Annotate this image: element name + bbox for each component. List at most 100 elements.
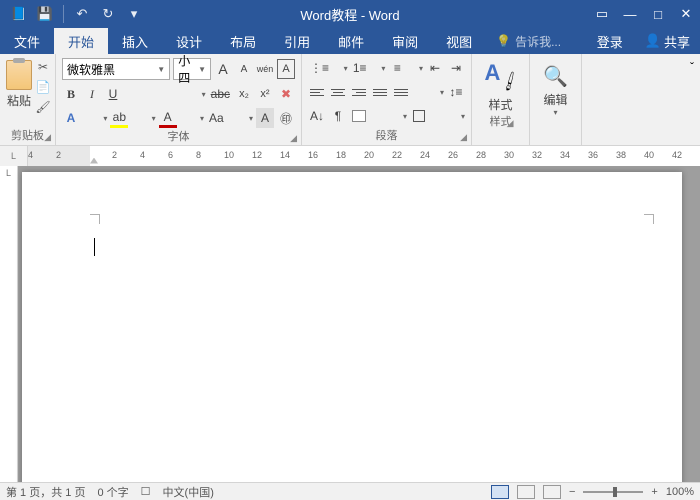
ruler-tick: 12 xyxy=(252,150,280,160)
tab-home[interactable]: 开始 xyxy=(54,28,108,54)
tell-me-placeholder: 告诉我... xyxy=(515,33,561,50)
ruler-tick: 18 xyxy=(336,150,364,160)
copy-icon[interactable]: 📄 xyxy=(34,78,52,96)
highlight-button[interactable]: ab xyxy=(110,108,128,128)
distribute-button[interactable] xyxy=(392,82,410,102)
zoom-level[interactable]: 100% xyxy=(666,486,694,498)
tell-me-search[interactable]: 💡 告诉我... xyxy=(486,28,571,54)
paragraph-launcher-icon[interactable]: ◢ xyxy=(460,132,467,143)
effects-dropdown-icon[interactable]: ▾ xyxy=(103,114,107,123)
justify-dropdown-icon[interactable]: ▾ xyxy=(440,88,444,97)
phonetic-guide-icon[interactable]: wén xyxy=(256,59,274,79)
tab-design[interactable]: 设计 xyxy=(162,28,216,54)
case-dropdown-icon[interactable]: ▾ xyxy=(249,114,253,123)
font-color-dropdown-icon[interactable]: ▾ xyxy=(200,114,204,123)
language-indicator[interactable]: 中文(中国) xyxy=(163,484,214,500)
qat-customize-icon[interactable]: ▾ xyxy=(123,3,145,25)
text-effects-button[interactable]: A xyxy=(62,108,80,128)
tab-layout[interactable]: 布局 xyxy=(216,28,270,54)
share-button[interactable]: 👤 共享 xyxy=(635,32,700,51)
word-app-icon[interactable]: 📘 xyxy=(8,3,30,25)
horizontal-ruler[interactable]: L 42246810121416182022242628303234363840… xyxy=(0,146,700,166)
font-color-button[interactable]: A xyxy=(159,108,177,128)
editing-button[interactable]: 编辑 xyxy=(543,91,567,108)
paste-button[interactable]: 粘贴 xyxy=(6,58,32,109)
tab-review[interactable]: 审阅 xyxy=(378,28,432,54)
font-size-combo[interactable]: 小四▼ xyxy=(173,58,211,80)
multilevel-button[interactable]: ≡ xyxy=(388,58,406,78)
increase-indent-button[interactable]: ⇥ xyxy=(447,58,465,78)
save-icon[interactable]: 💾 xyxy=(34,3,56,25)
format-painter-icon[interactable]: 🖌 xyxy=(34,98,52,116)
change-case-button[interactable]: Aa xyxy=(207,108,226,128)
bullets-button[interactable]: ⋮≡ xyxy=(308,58,331,78)
zoom-out-button[interactable]: − xyxy=(569,486,575,498)
char-shading-icon[interactable]: A xyxy=(256,108,274,128)
redo-icon[interactable]: ↻ xyxy=(97,3,119,25)
font-name-combo[interactable]: 微软雅黑▼ xyxy=(62,58,170,80)
cut-icon[interactable]: ✂ xyxy=(34,58,52,76)
shrink-font-icon[interactable]: A xyxy=(235,59,253,79)
subscript-button[interactable]: x₂ xyxy=(235,84,253,104)
tab-references[interactable]: 引用 xyxy=(270,28,324,54)
document-page[interactable] xyxy=(22,172,682,482)
font-launcher-icon[interactable]: ◢ xyxy=(290,133,297,144)
tab-insert[interactable]: 插入 xyxy=(108,28,162,54)
bullets-dropdown-icon[interactable]: ▾ xyxy=(344,64,348,73)
numbering-button[interactable]: 1≡ xyxy=(351,58,369,78)
align-right-button[interactable] xyxy=(350,82,368,102)
page-indicator[interactable]: 第 1 页，共 1 页 xyxy=(6,484,85,500)
align-left-button[interactable] xyxy=(308,82,326,102)
sort-button[interactable]: A↓ xyxy=(308,106,326,126)
superscript-button[interactable]: x² xyxy=(256,84,274,104)
title-bar: 📘 💾 ↶ ↻ ▾ Word教程 - Word ▭ — □ ✕ xyxy=(0,0,700,28)
word-count[interactable]: 0 个字 xyxy=(97,484,128,500)
spell-check-icon[interactable]: ☐ xyxy=(141,485,151,498)
bold-button[interactable]: B xyxy=(62,84,80,104)
login-button[interactable]: 登录 xyxy=(585,32,635,51)
close-icon[interactable]: ✕ xyxy=(672,0,700,28)
italic-button[interactable]: I xyxy=(83,84,101,104)
grow-font-icon[interactable]: A xyxy=(214,59,232,79)
underline-dropdown-icon[interactable]: ▾ xyxy=(202,90,206,99)
tab-mailings[interactable]: 邮件 xyxy=(324,28,378,54)
tab-file[interactable]: 文件 xyxy=(0,28,54,54)
vertical-ruler[interactable]: L xyxy=(0,166,18,482)
clipboard-launcher-icon[interactable]: ◢ xyxy=(44,132,51,143)
ribbon-options-icon[interactable]: ▭ xyxy=(588,0,616,28)
web-layout-view-icon[interactable] xyxy=(543,485,561,499)
minimize-icon[interactable]: — xyxy=(616,0,644,28)
editing-dropdown-icon[interactable]: ▾ xyxy=(553,108,557,117)
tab-view[interactable]: 视图 xyxy=(432,28,486,54)
find-icon[interactable]: 🔍 xyxy=(543,64,568,89)
borders-dropdown-icon[interactable]: ▾ xyxy=(461,112,465,121)
underline-button[interactable]: U xyxy=(104,84,122,104)
borders-button[interactable] xyxy=(410,106,428,126)
styles-button[interactable]: A 🖌 xyxy=(483,62,519,94)
editing-group: 🔍 编辑 ▾ xyxy=(530,54,582,145)
numbering-dropdown-icon[interactable]: ▾ xyxy=(381,64,385,73)
maximize-icon[interactable]: □ xyxy=(644,0,672,28)
styles-launcher-icon[interactable]: ◢ xyxy=(507,118,514,129)
tab-selector[interactable]: L xyxy=(0,146,28,166)
undo-icon[interactable]: ↶ xyxy=(71,3,93,25)
multilevel-dropdown-icon[interactable]: ▾ xyxy=(419,64,423,73)
align-center-button[interactable] xyxy=(329,82,347,102)
show-marks-button[interactable]: ¶ xyxy=(329,106,347,126)
shading-button[interactable] xyxy=(350,106,370,126)
ruler-scale[interactable]: 4224681012141618202224262830323436384042 xyxy=(28,146,700,166)
strikethrough-button[interactable]: abc xyxy=(209,84,232,104)
justify-button[interactable] xyxy=(371,82,389,102)
clear-formatting-icon[interactable]: ✖ xyxy=(277,84,295,104)
decrease-indent-button[interactable]: ⇤ xyxy=(426,58,444,78)
zoom-in-button[interactable]: + xyxy=(651,486,657,498)
zoom-slider[interactable] xyxy=(583,491,643,493)
shading-dropdown-icon[interactable]: ▾ xyxy=(403,112,407,121)
read-mode-view-icon[interactable] xyxy=(517,485,535,499)
print-layout-view-icon[interactable] xyxy=(491,485,509,499)
enclosed-char-icon[interactable]: ㊞ xyxy=(277,108,295,128)
highlight-dropdown-icon[interactable]: ▾ xyxy=(152,114,156,123)
line-spacing-button[interactable]: ↕≡ xyxy=(447,82,465,102)
char-border-icon[interactable]: A xyxy=(277,59,295,79)
collapse-ribbon-icon[interactable]: ˇ xyxy=(684,54,700,80)
